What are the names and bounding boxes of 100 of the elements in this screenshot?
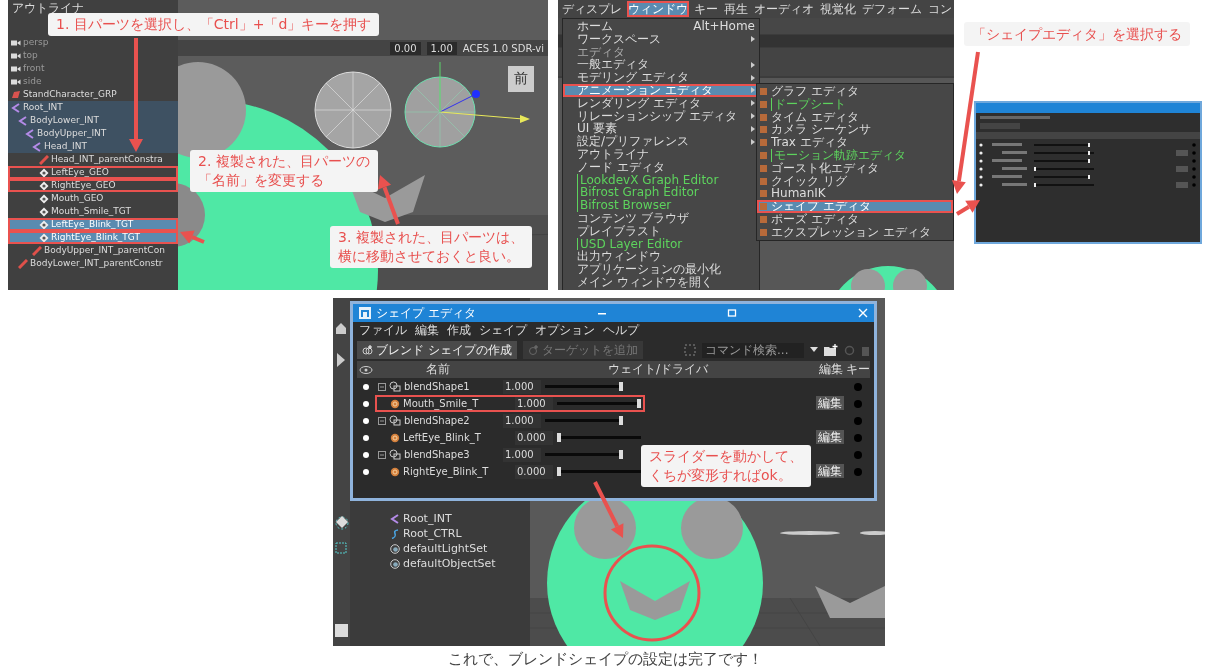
collapse-icon[interactable] [378,450,386,459]
menu-entry[interactable]: ゴースト化エディタ [757,161,953,175]
weight-field[interactable]: 1.000 [503,447,541,462]
outliner-item[interactable]: RightEye_Blink_TGT [8,231,178,244]
menu-item[interactable]: ウィンドウ [627,1,689,17]
outliner-item[interactable]: BodyLower_INT_parentConstr [8,257,178,270]
menu-entry[interactable]: コンテンツ ブラウザ [563,211,759,225]
outliner-item[interactable]: LeftEye_GEO [8,166,178,179]
slider-thumb[interactable] [637,399,641,408]
menu-entry[interactable]: モーション軌跡エディタ [757,149,953,162]
outliner-item[interactable]: persp [8,36,178,49]
menu-entry[interactable]: HumanIK [757,187,953,201]
edit-button[interactable]: 編集 [816,430,844,444]
menu-item[interactable]: 視覚化 [819,1,857,17]
slider-thumb[interactable] [619,382,623,391]
value-field[interactable]: 1.00 [426,41,457,55]
menu-entry[interactable]: ドープシート [757,97,953,111]
menu-item[interactable]: コン [927,1,953,17]
menu-entry[interactable]: ポーズ エディタ [757,212,953,226]
menu-entry[interactable]: ノード エディタ [563,160,759,174]
menu-item[interactable]: 編集 [415,323,439,338]
maximize-icon[interactable] [727,308,738,318]
menu-entry[interactable]: クイック リグ [757,174,953,188]
menu-entry[interactable]: エクスプレッション エディタ [757,225,953,239]
slider-track[interactable] [557,470,641,473]
menu-entry[interactable]: 一般エディタ [563,58,759,72]
visibility-dot-icon[interactable] [363,434,369,441]
edit-button[interactable]: 編集 [816,396,844,410]
weight-field[interactable]: 1.000 [503,379,541,394]
slider-track[interactable] [545,385,623,388]
slider-thumb[interactable] [557,433,561,442]
menu-item[interactable]: シェイプ [479,323,527,338]
visibility-dot-icon[interactable] [363,383,369,390]
outliner-item[interactable]: defaultLightSet [390,542,530,555]
edit-button[interactable]: 編集 [816,464,844,478]
visibility-dot-icon[interactable] [363,451,369,458]
menu-entry[interactable]: Bifrost Graph Editor [563,186,759,200]
visibility-dot-icon[interactable] [363,417,369,424]
outliner-item[interactable]: Mouth_GEO [8,192,178,205]
outliner-item[interactable]: Root_INT [8,101,178,114]
close-icon[interactable] [858,308,868,318]
menu-entry[interactable]: LookdevX Graph Editor [563,173,759,187]
visibility-dot-icon[interactable] [363,400,369,407]
menu-entry[interactable]: ワークスペース [563,32,759,46]
menu-entry[interactable]: グラフ エディタ [757,85,953,98]
slider-thumb[interactable] [619,416,623,425]
menu-item[interactable]: 作成 [447,323,471,338]
outliner-item[interactable]: RightEye_GEO [8,179,178,192]
visibility-dot-icon[interactable] [363,468,369,475]
slider-thumb[interactable] [557,467,561,476]
outliner-item[interactable]: Mouth_Smile_TGT [8,205,178,218]
menu-item[interactable]: キー [693,1,719,17]
color-space-selector[interactable]: ACES 1.0 SDR-vi [462,42,544,54]
slider-track[interactable] [557,402,641,405]
menu-entry[interactable]: タイム エディタ [757,110,953,124]
command-search-field[interactable]: コマンド検索... [702,342,804,358]
outliner-item[interactable]: top [8,49,178,62]
menu-entry[interactable]: アプリケーションの最小化 [563,263,759,276]
menu-entry[interactable]: Bifrost Browser [563,199,759,212]
menu-item[interactable]: デフォーム [861,1,923,17]
weight-field[interactable]: 0.000 [515,430,553,445]
menu-entry[interactable]: USD Layer Editor [563,237,759,251]
view-cube[interactable]: 前 [508,66,534,92]
menu-item[interactable]: ファイル [359,323,407,338]
menu-item[interactable]: オプション [535,323,595,338]
menu-entry[interactable]: カメラ シーケンサ [757,123,953,137]
weight-field[interactable]: 1.000 [503,413,541,428]
collapse-icon[interactable] [378,382,386,391]
outliner-item[interactable]: Root_CTRL [390,527,530,540]
outliner-item[interactable]: BodyUpper_INT_parentCon [8,244,178,257]
menu-entry[interactable]: アウトライナ [563,147,759,161]
slider-track[interactable] [545,453,623,456]
outliner-item[interactable]: Head_INT_parentConstra [8,153,178,166]
outliner-item[interactable]: side [8,75,178,88]
menu-entry[interactable]: 出力ウィンドウ [563,250,759,264]
outliner-item[interactable]: StandCharacter_GRP [8,88,178,101]
weight-field[interactable]: 0.000 [515,464,553,479]
outliner-item[interactable]: BodyLower_INT [8,114,178,127]
slider-track[interactable] [557,436,641,439]
menu-entry[interactable]: メイン ウィンドウを開く [563,275,759,289]
outliner-item[interactable]: BodyUpper_INT [8,127,178,140]
menu-item[interactable]: オーディオ [753,1,815,17]
menu-entry[interactable]: Trax エディタ [757,136,953,149]
menu-item[interactable]: ディスプレ [561,1,623,17]
outliner-item[interactable]: Root_INT [390,512,530,525]
folder-plus-icon[interactable] [824,344,838,356]
selection-bracket-icon[interactable] [684,344,696,356]
slider-track[interactable] [545,419,623,422]
create-blend-shape-button[interactable]: ブレンド シェイプの作成 [357,341,517,359]
outliner-item[interactable]: front [8,62,178,75]
value-field[interactable]: 0.00 [390,41,421,55]
menu-entry[interactable]: プレイブラスト [563,224,759,238]
slider-thumb[interactable] [619,450,623,459]
collapse-icon[interactable] [378,416,386,425]
outliner-item[interactable]: defaultObjectSet [390,557,530,570]
menu-item[interactable]: 再生 [723,1,749,17]
outliner-item[interactable]: Head_INT [8,140,178,153]
outliner-item[interactable]: LeftEye_Blink_TGT [8,218,178,231]
caret-icon[interactable] [810,347,818,353]
menu-item[interactable]: ヘルプ [603,323,639,338]
